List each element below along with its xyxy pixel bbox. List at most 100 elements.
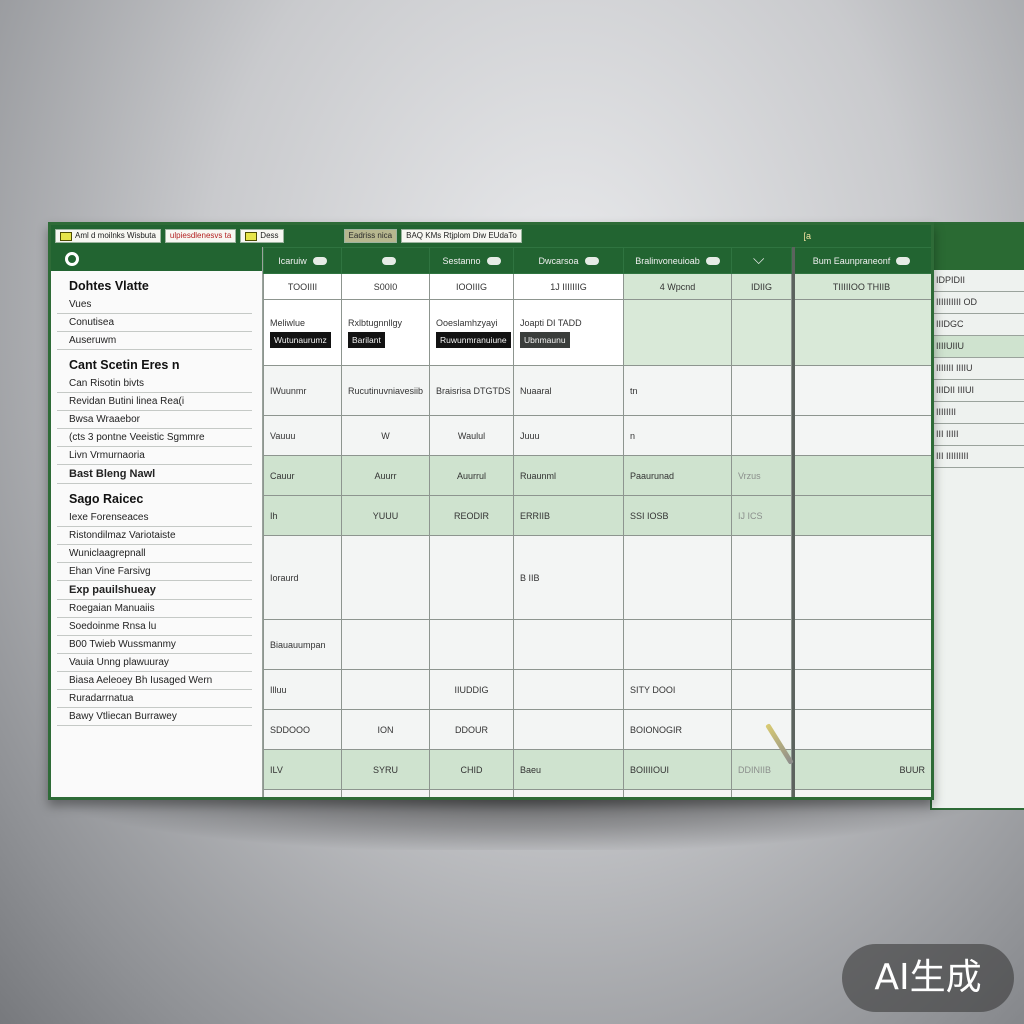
action-button[interactable]: Wutunaurumz (270, 331, 331, 348)
table-cell[interactable]: Waulul (429, 415, 514, 456)
titlebar-chip[interactable]: Aml d moilnks Wisbuta (55, 229, 161, 243)
table-cell[interactable]: Illuu (263, 669, 342, 710)
column-header[interactable]: Bum Eaunpraneonf (791, 247, 931, 274)
titlebar-chip[interactable]: BAQ KMs Rtjplom Diw EUdaTo (401, 229, 522, 243)
table-cell[interactable]: Biauauumpan (263, 619, 342, 670)
table-cell[interactable] (429, 619, 514, 670)
column-header[interactable]: Dwcarsoa (513, 247, 624, 274)
table-cell[interactable] (623, 619, 732, 670)
table-cell[interactable] (791, 789, 931, 797)
table-cell[interactable]: IWuunmr (263, 365, 342, 416)
left-pane-item[interactable]: Bawy Vtliecan Burrawey (57, 708, 252, 726)
table-cell[interactable] (731, 415, 792, 456)
table-cell[interactable]: Braisrisa DTGTDS (429, 365, 514, 416)
action-button[interactable]: Ubnmaunu (520, 331, 570, 348)
left-pane-item[interactable]: Vauia Unng plawuuray (57, 654, 252, 672)
left-pane-item[interactable]: Revidan Butini linea Rea(i (57, 393, 252, 411)
titlebar-chip[interactable]: ulpiesdlenesvs ta (164, 229, 237, 243)
subheader-cell[interactable]: 4 Wpcnd (623, 273, 732, 300)
column-header[interactable]: Bralinvoneuioab (623, 247, 732, 274)
table-cell[interactable] (791, 415, 931, 456)
titlebar-chip[interactable]: Eadriss nica (343, 229, 398, 243)
table-cell[interactable]: SSI IOSB (623, 495, 732, 536)
column-header[interactable]: Sestanno (429, 247, 514, 274)
chevron-down-icon[interactable]: ⌵ (753, 251, 764, 268)
table-cell[interactable] (731, 365, 792, 416)
left-pane-item[interactable]: Vues (57, 296, 252, 314)
left-pane-item[interactable]: Sago Raicec (57, 484, 252, 509)
left-pane-item[interactable]: B00 Twieb Wussmanmy (57, 636, 252, 654)
table-cell[interactable] (791, 455, 931, 496)
table-cell[interactable]: W (341, 415, 430, 456)
table-cell[interactable]: Vrzus (731, 455, 792, 496)
table-cell[interactable]: ERRIIB (513, 495, 624, 536)
column-header[interactable] (341, 247, 430, 274)
table-cell[interactable] (513, 789, 624, 797)
table-cell[interactable]: Rucutinuvniavesiib (341, 365, 430, 416)
table-cell[interactable]: Baeu (513, 749, 624, 790)
table-cell[interactable] (791, 709, 931, 750)
table-cell[interactable]: SDDOOO (263, 709, 342, 750)
table-cell[interactable]: IIUDDIG (429, 669, 514, 710)
table-cell[interactable] (623, 789, 732, 797)
table-cell[interactable]: ION (341, 709, 430, 750)
table-cell[interactable] (429, 789, 514, 797)
left-pane-item[interactable]: Cant Scetin Eres n (57, 350, 252, 375)
table-cell[interactable]: BUUR (791, 749, 931, 790)
table-cell[interactable]: Juuu (513, 415, 624, 456)
left-pane-item[interactable]: Bwsa Wraaebor (57, 411, 252, 429)
table-cell[interactable] (731, 669, 792, 710)
table-cell[interactable]: Cauur (263, 455, 342, 496)
left-pane-item[interactable]: Auseruwm (57, 332, 252, 350)
table-cell[interactable] (263, 789, 342, 797)
titlebar-chip[interactable]: Dess (240, 229, 284, 243)
table-cell[interactable]: Ruaunml (513, 455, 624, 496)
left-pane-item[interactable]: Livn Vrmurnaoria (57, 447, 252, 465)
table-cell[interactable] (791, 619, 931, 670)
table-cell[interactable] (791, 495, 931, 536)
table-cell[interactable] (731, 789, 792, 797)
table-cell[interactable]: SITY DOOI (623, 669, 732, 710)
action-button[interactable]: Ruwunmranuiune (436, 331, 511, 348)
subheader-cell[interactable]: TOOIIII (263, 273, 342, 300)
table-cell[interactable]: SYRU (341, 749, 430, 790)
left-pane-item[interactable]: Soedoinme Rnsa lu (57, 618, 252, 636)
table-cell[interactable]: Nuaaral (513, 365, 624, 416)
table-cell[interactable]: Ih (263, 495, 342, 536)
table-cell[interactable]: BOIONOGIR (623, 709, 732, 750)
left-pane-item[interactable]: Exp pauilshueay (57, 581, 252, 600)
table-cell[interactable] (623, 535, 732, 620)
subheader-cell[interactable]: TIIIIIOO THIIB (791, 273, 931, 300)
table-cell[interactable]: ILV (263, 749, 342, 790)
column-header[interactable]: Icaruiw (263, 247, 342, 274)
table-cell[interactable] (513, 619, 624, 670)
column-divider-handle[interactable] (792, 247, 795, 797)
table-cell[interactable] (341, 535, 430, 620)
table-cell[interactable] (791, 669, 931, 710)
table-cell[interactable]: IJ ICS (731, 495, 792, 536)
table-cell[interactable] (791, 535, 931, 620)
table-cell[interactable]: Ioraurd (263, 535, 342, 620)
left-pane-item[interactable]: Ehan Vine Farsivg (57, 563, 252, 581)
subheader-cell[interactable]: IOOIIIG (429, 273, 514, 300)
table-cell[interactable] (429, 535, 514, 620)
subheader-cell[interactable]: 1J IIIIIIIG (513, 273, 624, 300)
table-cell[interactable]: REODIR (429, 495, 514, 536)
left-pane-item[interactable]: (cts 3 pontne Veeistic Sgmmre (57, 429, 252, 447)
action-button[interactable]: Barilant (348, 331, 385, 348)
table-cell[interactable] (341, 789, 430, 797)
table-cell[interactable] (731, 535, 792, 620)
table-cell[interactable]: B IIB (513, 535, 624, 620)
table-cell[interactable]: BOIIIIOUI (623, 749, 732, 790)
left-pane-item[interactable]: Roegaian Manuaiis (57, 600, 252, 618)
table-cell[interactable] (341, 619, 430, 670)
table-cell[interactable]: Auurrul (429, 455, 514, 496)
left-pane-item[interactable]: Wuniclaagrepnall (57, 545, 252, 563)
left-pane-item[interactable]: Ruradarrnatua (57, 690, 252, 708)
left-pane-item[interactable]: Conutisea (57, 314, 252, 332)
table-cell[interactable] (731, 619, 792, 670)
table-cell[interactable]: n (623, 415, 732, 456)
table-cell[interactable]: tn (623, 365, 732, 416)
table-cell[interactable]: CHID (429, 749, 514, 790)
left-pane-item[interactable]: Can Risotin bivts (57, 375, 252, 393)
